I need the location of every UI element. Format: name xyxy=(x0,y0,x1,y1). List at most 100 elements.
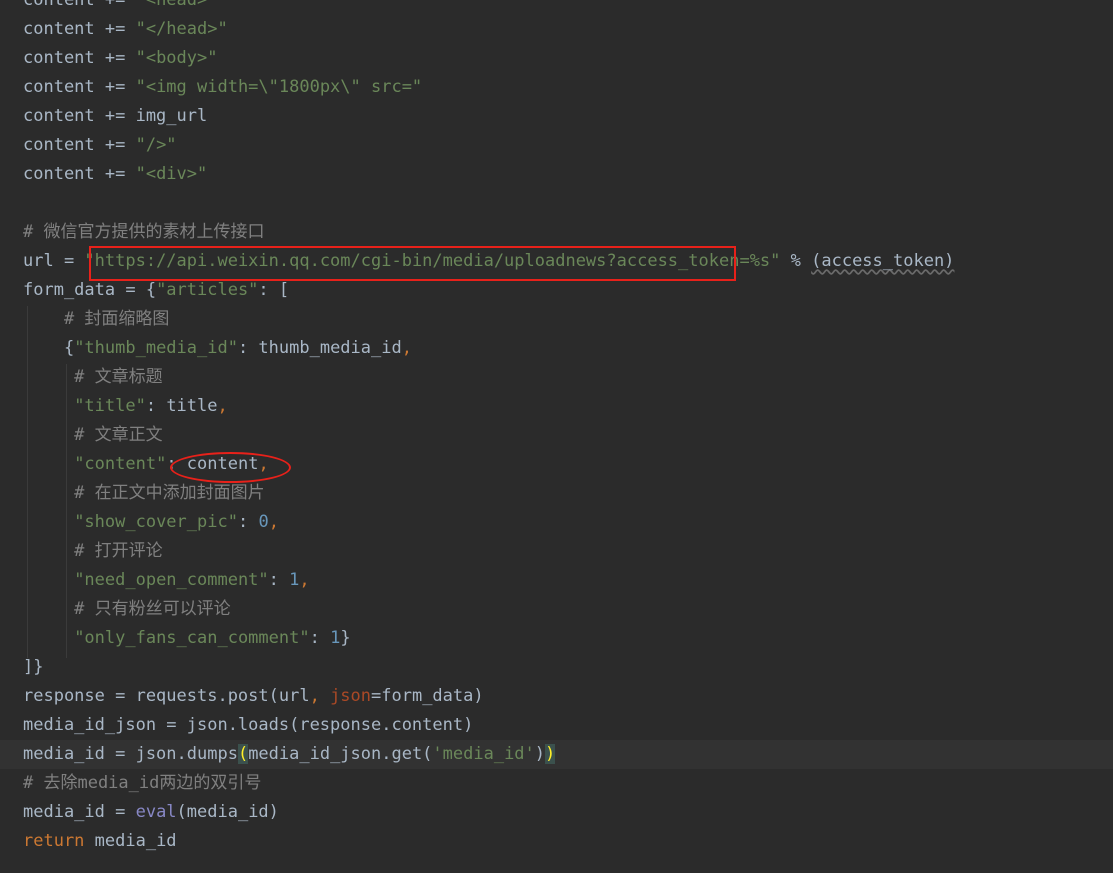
code-token: ( xyxy=(237,744,249,764)
code-line[interactable]: # 封面缩略图 xyxy=(0,305,1113,334)
code-token: media_id = xyxy=(23,802,136,822)
code-text: url = "https://api.weixin.qq.com/cgi-bin… xyxy=(23,247,954,276)
code-line[interactable]: content += "<body>" xyxy=(0,44,1113,73)
code-line[interactable]: media_id = eval(media_id) xyxy=(0,798,1113,827)
code-text: return media_id xyxy=(23,827,177,856)
code-line[interactable]: "content": content, xyxy=(0,450,1113,479)
code-line[interactable]: "title": title, xyxy=(0,392,1113,421)
code-token: (media_id) xyxy=(176,802,279,822)
code-line[interactable]: # 文章标题 xyxy=(0,363,1113,392)
code-token: # 文章正文 xyxy=(23,425,163,445)
code-token: content += xyxy=(23,48,136,68)
code-text: content += "<body>" xyxy=(23,44,217,73)
code-token: form_data = { xyxy=(23,280,157,300)
code-line[interactable]: media_id = json.dumps(media_id_json.get(… xyxy=(0,740,1113,769)
code-token: : content xyxy=(166,454,259,474)
code-text: "need_open_comment": 1, xyxy=(23,566,309,595)
code-token: # 打开评论 xyxy=(23,541,163,561)
code-line[interactable]: {"thumb_media_id": thumb_media_id, xyxy=(0,334,1113,363)
code-line[interactable]: # 打开评论 xyxy=(0,537,1113,566)
code-token: "/>" xyxy=(135,135,177,155)
code-token: : thumb_media_id xyxy=(237,338,402,358)
code-text: content += img_url xyxy=(23,102,207,131)
code-text: {"thumb_media_id": thumb_media_id, xyxy=(23,334,412,363)
code-line[interactable]: content += img_url xyxy=(0,102,1113,131)
code-text: content += "<img width=\"1800px\" src=" xyxy=(23,73,422,102)
code-token: # 微信官方提供的素材上传接口 xyxy=(23,222,265,242)
code-token: 0 xyxy=(258,512,269,532)
code-token: ) xyxy=(534,744,546,764)
code-line[interactable]: content += "<img width=\"1800px\" src=" xyxy=(0,73,1113,102)
code-text: # 微信官方提供的素材上传接口 xyxy=(23,218,264,247)
code-token: : title xyxy=(145,396,218,416)
code-line[interactable] xyxy=(0,189,1113,218)
code-line[interactable]: # 微信官方提供的素材上传接口 xyxy=(0,218,1113,247)
code-text: # 去除media_id两边的双引号 xyxy=(23,769,261,798)
code-text: # 在正文中添加封面图片 xyxy=(23,479,265,508)
code-text: # 文章标题 xyxy=(23,363,163,392)
code-token: "<img width=\"1800px\" src=" xyxy=(135,77,423,97)
code-token: media_id_json.get( xyxy=(248,744,433,764)
code-token: "articles" xyxy=(156,280,259,300)
code-text: form_data = {"articles": [ xyxy=(23,276,289,305)
code-token: # 在正文中添加封面图片 xyxy=(23,483,265,503)
code-text: "show_cover_pic": 0, xyxy=(23,508,279,537)
code-line[interactable]: # 只有粉丝可以评论 xyxy=(0,595,1113,624)
code-token: % xyxy=(780,251,812,271)
code-token: response = requests.post(url xyxy=(23,686,310,706)
code-token: content += xyxy=(23,135,136,155)
code-token: content += img_url xyxy=(23,106,208,126)
code-token: media_id_json = json.loads(response.cont… xyxy=(23,715,474,735)
code-line[interactable]: content += "<div>" xyxy=(0,160,1113,189)
code-text: media_id = eval(media_id) xyxy=(23,798,279,827)
code-line[interactable]: # 在正文中添加封面图片 xyxy=(0,479,1113,508)
code-text: media_id_json = json.loads(response.cont… xyxy=(23,711,473,740)
code-token: : xyxy=(237,512,259,532)
code-line[interactable]: "only_fans_can_comment": 1} xyxy=(0,624,1113,653)
code-token: # 封面缩略图 xyxy=(23,309,170,329)
code-token: "content" xyxy=(74,454,167,474)
code-token: } xyxy=(340,628,351,648)
code-token: 'media_id' xyxy=(432,744,535,764)
code-token: "<body>" xyxy=(135,48,218,68)
code-line[interactable]: # 去除media_id两边的双引号 xyxy=(0,769,1113,798)
code-line[interactable]: "show_cover_pic": 0, xyxy=(0,508,1113,537)
code-text: # 打开评论 xyxy=(23,537,163,566)
code-token: ]} xyxy=(23,657,44,677)
code-token: # 只有粉丝可以评论 xyxy=(23,599,231,619)
code-token: 1 xyxy=(289,570,300,590)
code-line[interactable]: url = "https://api.weixin.qq.com/cgi-bin… xyxy=(0,247,1113,276)
code-token: ) xyxy=(545,744,556,764)
code-line[interactable]: return media_id xyxy=(0,827,1113,856)
code-token: , xyxy=(268,512,279,532)
code-token: # 去除media_id两边的双引号 xyxy=(23,773,262,793)
code-token: content += xyxy=(23,164,136,184)
code-token: (access_token) xyxy=(811,251,955,271)
code-line[interactable]: "need_open_comment": 1, xyxy=(0,566,1113,595)
code-token: : [ xyxy=(258,280,290,300)
code-token: 1 xyxy=(330,628,341,648)
code-token: "https://api.weixin.qq.com/cgi-bin/media… xyxy=(84,251,781,271)
code-token: "<div>" xyxy=(135,164,208,184)
code-token: eval xyxy=(135,802,177,822)
code-token: content += xyxy=(23,19,136,39)
code-text: response = requests.post(url, json=form_… xyxy=(23,682,484,711)
code-text: content += "<head>" xyxy=(23,0,217,15)
code-text: # 封面缩略图 xyxy=(23,305,169,334)
code-line[interactable]: form_data = {"articles": [ xyxy=(0,276,1113,305)
code-line[interactable]: content += "/>" xyxy=(0,131,1113,160)
code-line[interactable]: # 文章正文 xyxy=(0,421,1113,450)
code-token: # 文章标题 xyxy=(23,367,163,387)
code-line[interactable]: media_id_json = json.loads(response.cont… xyxy=(0,711,1113,740)
code-line[interactable]: content += "</head>" xyxy=(0,15,1113,44)
code-editor[interactable]: content += "<head>" content += "</head>" c… xyxy=(0,0,1113,873)
code-line[interactable]: response = requests.post(url, json=form_… xyxy=(0,682,1113,711)
code-token: return xyxy=(23,831,85,851)
code-text: "only_fans_can_comment": 1} xyxy=(23,624,351,653)
code-line[interactable]: content += "<head>" xyxy=(0,0,1113,15)
code-token: content += xyxy=(23,0,136,10)
code-line[interactable]: ]} xyxy=(0,653,1113,682)
